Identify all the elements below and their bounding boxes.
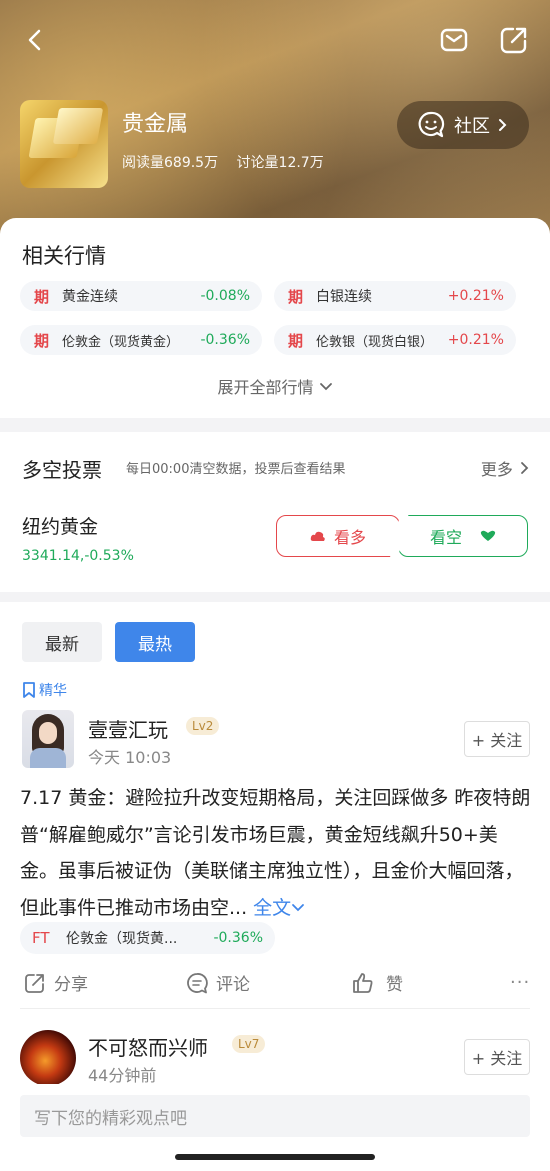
vote-more-link[interactable]: 更多 [481,456,530,480]
section-title: 相关行情 [22,244,106,268]
vote-section: 多空投票 每日00:00清空数据，投票后查看结果 更多 纽约黄金 3341.14… [0,432,550,592]
comment-icon [187,972,208,993]
chat-bubble-icon [418,111,445,138]
discussion-count: 讨论量12.7万 [236,155,324,171]
chevron-right-icon [521,462,529,474]
vote-bull-button[interactable]: 看多 [276,515,400,557]
community-button[interactable]: 社区 [397,101,529,149]
topic-stats: 阅读量689.5万 讨论量12.7万 [122,152,338,172]
quote-item[interactable]: 期 伦敦银（现货白银） +0.21% [274,325,516,355]
essence-label: 精华 [22,680,67,700]
heart-down-icon [480,530,496,541]
vote-asset-price: 3341.14,-0.53% [22,548,134,564]
quote-item[interactable]: 期 伦敦金（现货黄金） -0.36% [20,325,262,355]
more-options-icon[interactable]: ··· [510,972,530,993]
message-button[interactable] [438,24,470,56]
comment-input[interactable]: 写下您的精彩观点吧 [20,1095,530,1137]
topic-header: 贵金属 阅读量689.5万 讨论量12.7万 [20,100,338,188]
level-badge: Lv7 [232,1035,266,1053]
topic-image [20,100,108,188]
community-label: 社区 [454,116,490,137]
chevron-down-icon [319,383,332,391]
chevron-left-icon [28,29,41,51]
bookmark-icon [23,682,35,698]
top-bar [0,22,550,58]
thumbs-up-icon [353,972,373,993]
avatar[interactable] [20,1030,76,1086]
chevron-down-icon [292,903,305,911]
like-action[interactable]: 赞 [352,970,403,995]
avatar[interactable] [22,710,74,768]
back-button[interactable] [20,24,52,56]
full-text-link[interactable]: 全文 [253,897,305,919]
level-badge: Lv2 [186,717,220,735]
related-stock-chip[interactable]: FT 伦敦金（现货黄... -0.36% [20,922,275,954]
share-action[interactable]: 分享 [24,970,88,995]
expand-all-quotes[interactable]: 展开全部行情 [0,374,550,398]
vote-bear-button[interactable]: 看空 [398,515,528,557]
share-button[interactable] [498,24,530,56]
cloud-up-icon [310,531,325,541]
home-indicator [175,1154,375,1160]
quote-item[interactable]: 期 白银连续 +0.21% [274,281,516,311]
post-author-name[interactable]: 壹壹汇玩 [88,714,168,743]
vote-asset-name: 纽约黄金 [22,516,99,538]
share-out-icon [500,27,527,54]
share-icon [25,973,44,993]
post-author-name[interactable]: 不可怒而兴师 [88,1032,208,1061]
post-body[interactable]: 7.17 黄金：避险拉升改变短期格局，关注回踩做多 昨夜特朗普“解雇鲍威尔”言论… [20,780,532,926]
mail-icon [440,28,468,52]
follow-button[interactable]: + 关注 [464,1039,530,1075]
comment-action[interactable]: 评论 [186,970,250,995]
vote-title: 多空投票 [22,458,102,482]
divider [20,1008,530,1009]
vote-subtitle: 每日00:00清空数据，投票后查看结果 [126,462,346,477]
tab-latest[interactable]: 最新 [22,622,102,662]
comment-bar: 写下您的精彩观点吧 [0,1084,550,1171]
follow-button[interactable]: + 关注 [464,721,530,757]
quote-item[interactable]: 期 黄金连续 -0.08% [20,281,262,311]
read-count: 阅读量689.5万 [122,155,219,171]
tab-hot[interactable]: 最热 [115,622,195,662]
chevron-right-icon [499,119,507,131]
post-time: 44分钟前 [88,1066,157,1085]
post-time: 今天 10:03 [88,748,172,767]
topic-title: 贵金属 [122,112,189,137]
related-market-section: 相关行情 期 黄金连续 -0.08% 期 白银连续 +0.21% 期 伦敦金（现… [0,218,550,418]
